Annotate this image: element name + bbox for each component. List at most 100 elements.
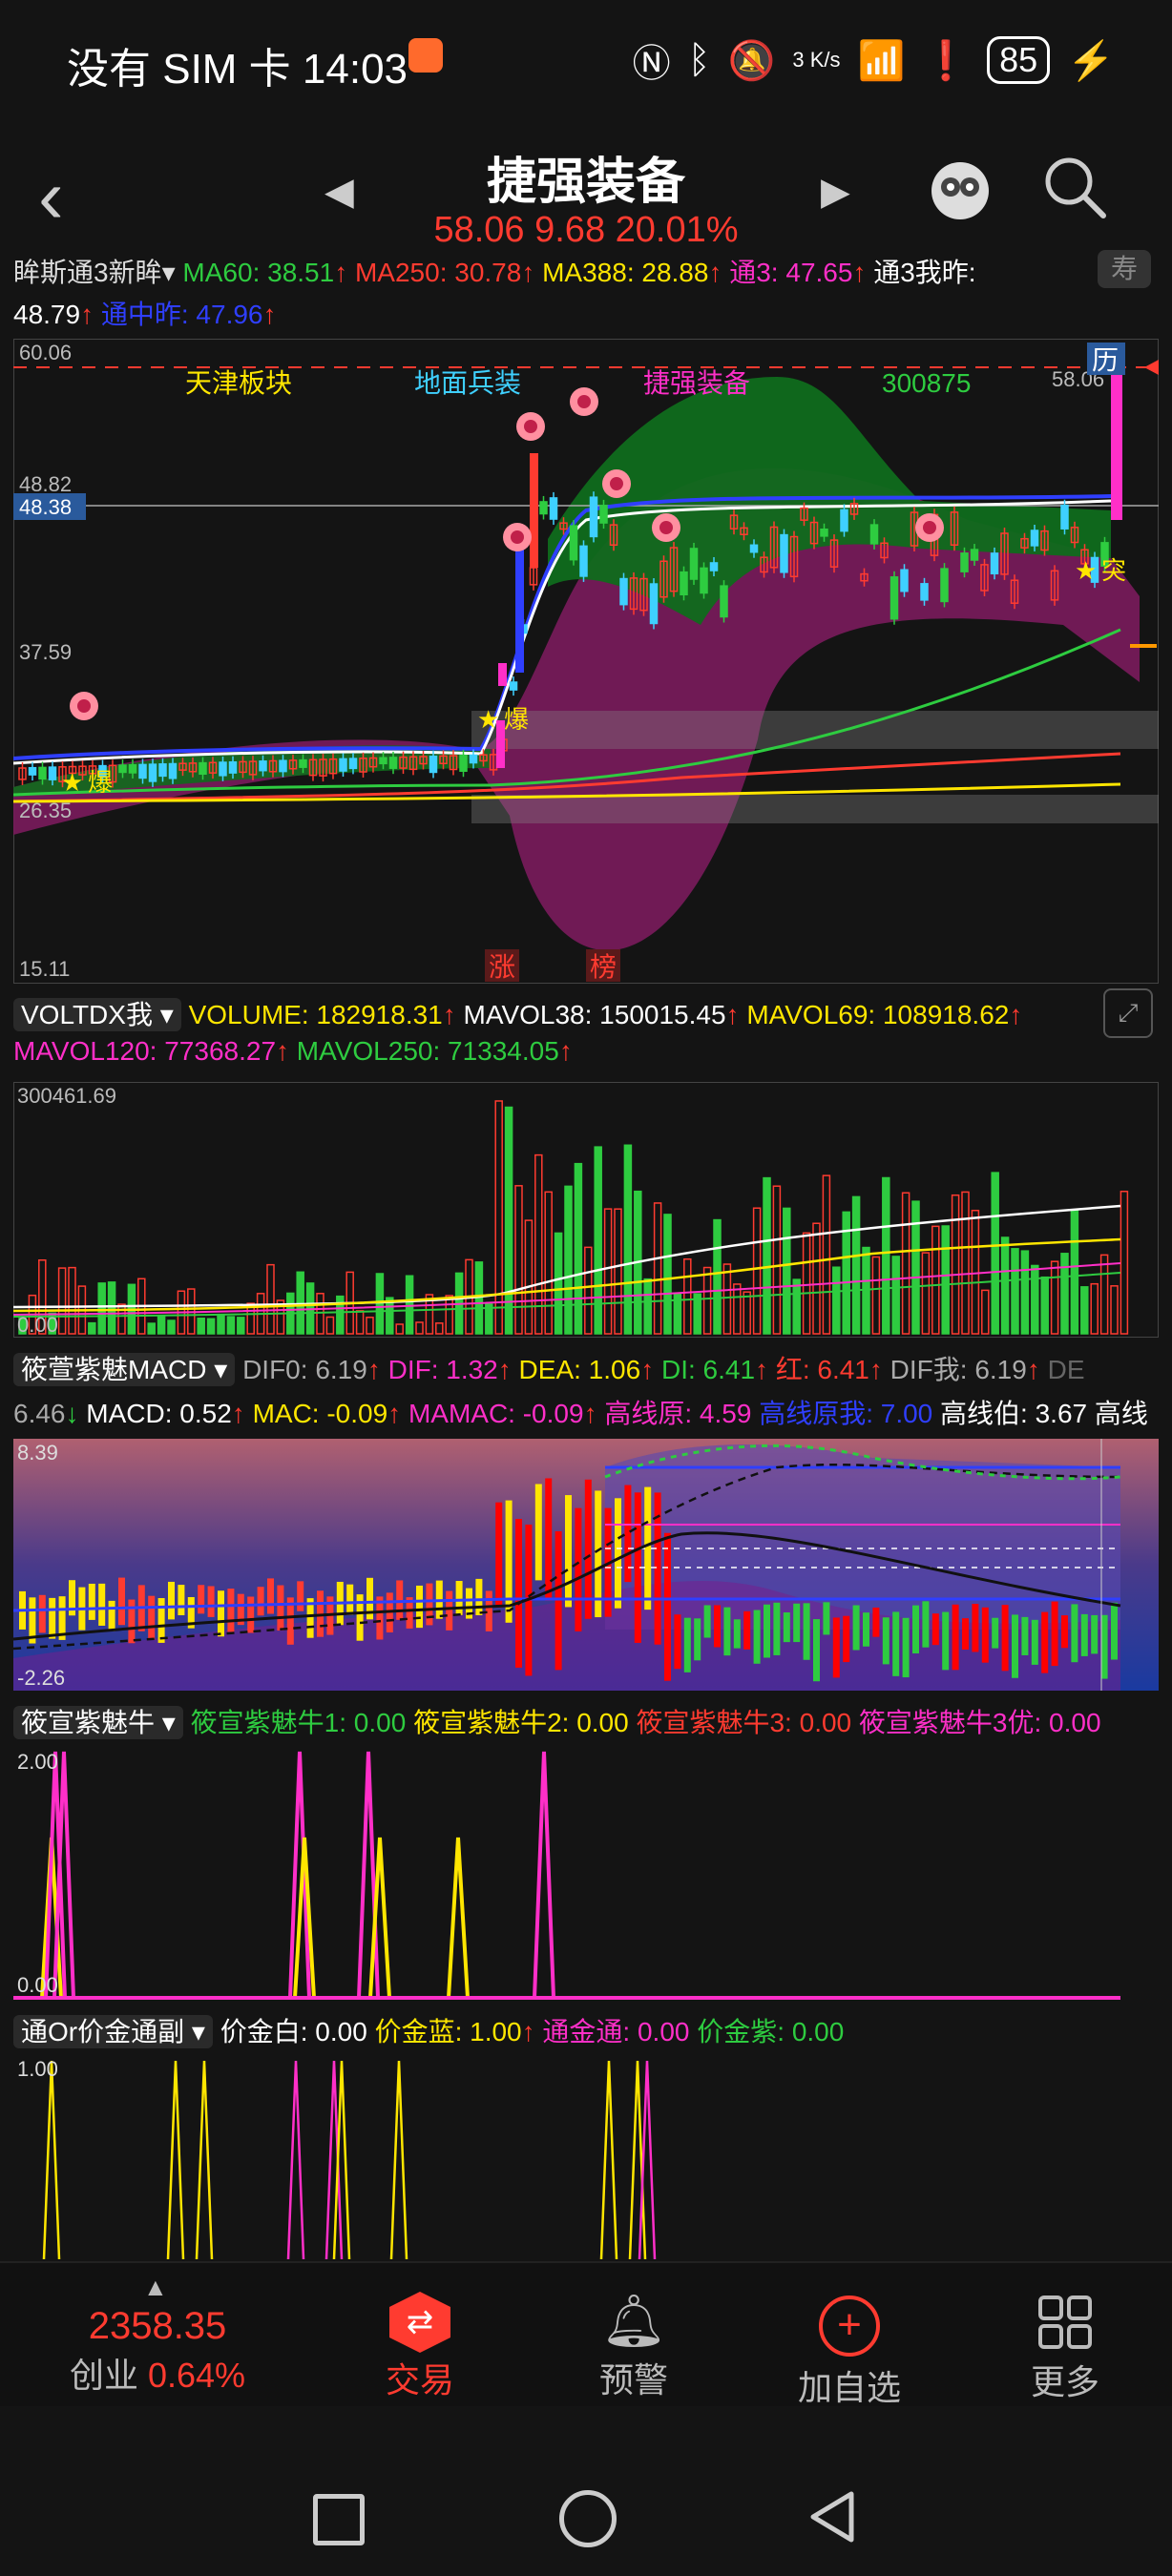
macd-bar (892, 1611, 900, 1676)
macd-indicator-line-1: 筱萱紫魅MACD ▾ DIF0: 6.19↑ DIF: 1.32↑ DEA: 1… (13, 1349, 1085, 1387)
volume-bar (1080, 1286, 1089, 1335)
nav-more[interactable]: 更多 (1008, 2292, 1122, 2404)
volume-bar (336, 1295, 345, 1335)
trade-icon: ⇄ (389, 2292, 450, 2353)
tag-ground-weapons[interactable]: 地面兵装 (414, 368, 521, 398)
volume-min: 0.00 (17, 1313, 58, 1337)
home-icon[interactable] (559, 2490, 617, 2547)
dif-wo-value: DIF我: 6.19 (889, 1355, 1027, 1384)
macd-bar (207, 1586, 215, 1617)
volume-bar (167, 1319, 176, 1335)
index-change: 0.64% (147, 2356, 246, 2395)
candlestick-chart[interactable]: 60.06 48.82 48.38 37.59 26.35 15.11 58.0… (13, 339, 1159, 984)
tag-tianjin[interactable]: 天津板块 (185, 368, 292, 398)
macd-bar (872, 1607, 880, 1637)
bull-indicator-line: 筱宣紫魅牛 ▾ 筱宣紫魅牛1: 0.00 筱宣紫魅牛2: 0.00 筱宣紫魅牛3… (13, 1702, 1101, 1740)
macd-bar (1012, 1614, 1018, 1678)
gold-tong-value: 通金通: 0.00 (542, 2017, 690, 2046)
volume-bar (783, 1207, 791, 1335)
volume-bar (1031, 1264, 1039, 1335)
volume-bar (237, 1317, 245, 1335)
candle-limit-up (498, 663, 507, 686)
volume-chart[interactable]: 300461.69 0.00 (13, 1082, 1159, 1338)
macd-bar (1111, 1602, 1118, 1660)
macd-bar (843, 1615, 850, 1663)
macd-bar (475, 1578, 483, 1615)
nav-alert[interactable]: 🔔︎ 预警 (576, 2292, 691, 2402)
mavol250-value: MAVOL250: 71334.05 (296, 1036, 559, 1066)
bull3-value: 筱宣紫魅牛3: 0.00 (636, 1708, 852, 1737)
gold-chart[interactable]: 1.00 (13, 2055, 1159, 2259)
volume-bar (564, 1185, 573, 1335)
bull-indicator-selector[interactable]: 筱宣紫魅牛 ▾ (13, 1706, 183, 1739)
nav-add-watchlist[interactable]: + 加自选 (783, 2292, 916, 2410)
index-ticker[interactable]: 2358.35 创业 0.64% (57, 2292, 258, 2398)
volume-bar (1011, 1248, 1019, 1335)
bull2-value: 筱宣紫魅牛2: 0.00 (413, 1708, 629, 1737)
ma-dropdown-icon[interactable]: ▾ (162, 258, 183, 287)
mavol69-value: MAVOL69: 108918.62 (746, 1000, 1010, 1029)
macd-bar (852, 1605, 860, 1651)
recents-icon[interactable] (313, 2494, 365, 2545)
macd-bar (1021, 1616, 1029, 1655)
ma388-value: MA388: 28.88 (542, 258, 709, 287)
grid-icon (1038, 2296, 1092, 2349)
macd-bar (823, 1602, 830, 1635)
search-icon[interactable] (1040, 153, 1109, 221)
bull-chart[interactable]: 2.00 0.00 (13, 1748, 1159, 2007)
expand-icon[interactable]: ⤢ (1103, 988, 1153, 1038)
mamac-value: MAMAC: -0.09 (408, 1399, 584, 1428)
macd-bar (912, 1605, 919, 1653)
macd-bar (98, 1583, 106, 1626)
volume-bar (1060, 1253, 1069, 1335)
macd-bar (931, 1613, 939, 1646)
ma-indicator-name[interactable]: 眸斯通3新眸 (13, 258, 162, 287)
volume-bar (405, 1275, 414, 1335)
volume-bar (554, 1232, 563, 1335)
volume-indicator-selector[interactable]: VOLTDX我 ▾ (13, 998, 181, 1031)
mac-value: MAC: -0.09 (252, 1399, 388, 1428)
volume-bar (88, 1321, 96, 1335)
macd-bar (764, 1604, 770, 1658)
stock-header: ‹ ◀ 捷强装备 58.06 9.68 20.01% ▶ (0, 114, 1172, 267)
charging-icon: ⚡ (1067, 39, 1115, 82)
next-stock-icon[interactable]: ▶ (821, 170, 850, 214)
volume-indicator-line-2: MAVOL120: 77368.27↑ MAVOL250: 71334.05↑ (13, 1036, 573, 1066)
macd-bar (88, 1583, 95, 1620)
macd-bar (743, 1610, 751, 1650)
price-level-3: 26.35 (19, 799, 72, 822)
macd-bar (1061, 1615, 1068, 1649)
macd-bar (178, 1585, 185, 1615)
macd-bar (534, 1484, 542, 1581)
macd-bar (198, 1585, 205, 1614)
volume-bar (197, 1317, 205, 1335)
de-value: DE (1047, 1355, 1085, 1384)
owl-icon[interactable] (922, 149, 998, 225)
macd-bar (882, 1617, 889, 1665)
macd-bar (733, 1619, 741, 1649)
flower-icon (602, 469, 631, 498)
tag-stock-code[interactable]: 300875 (882, 368, 971, 398)
volume-bar (226, 1316, 236, 1335)
macd-bar (426, 1583, 433, 1626)
volume-bar (574, 1162, 583, 1335)
macd-bar (515, 1519, 522, 1668)
tag-stock-name[interactable]: 捷强装备 (643, 368, 750, 398)
shou-badge[interactable]: 寿 (1098, 250, 1151, 288)
volume-bar (97, 1282, 106, 1335)
macd-bar (157, 1598, 165, 1643)
macd-bar (942, 1611, 950, 1671)
macd-indicator-selector[interactable]: 筱萱紫魅MACD ▾ (13, 1353, 236, 1386)
macd-bar (227, 1589, 235, 1632)
nav-trade[interactable]: ⇄ 交易 (363, 2292, 477, 2402)
macd-bar (168, 1581, 175, 1620)
flower-icon (652, 513, 680, 542)
gold-indicator-selector[interactable]: 通Or价金通副 ▾ (13, 2015, 213, 2048)
back-nav-icon[interactable] (807, 2490, 857, 2544)
tong3-yesterday-label: 通3我昨: (873, 258, 976, 287)
tong3-value: 通3: 47.65 (729, 258, 853, 287)
macd-bar (1071, 1604, 1078, 1663)
macd-chart[interactable]: 8.39 -2.26 (13, 1439, 1159, 1691)
price-current-label: 48.38 (19, 495, 72, 519)
nfc-icon: Ⓝ (632, 43, 671, 85)
